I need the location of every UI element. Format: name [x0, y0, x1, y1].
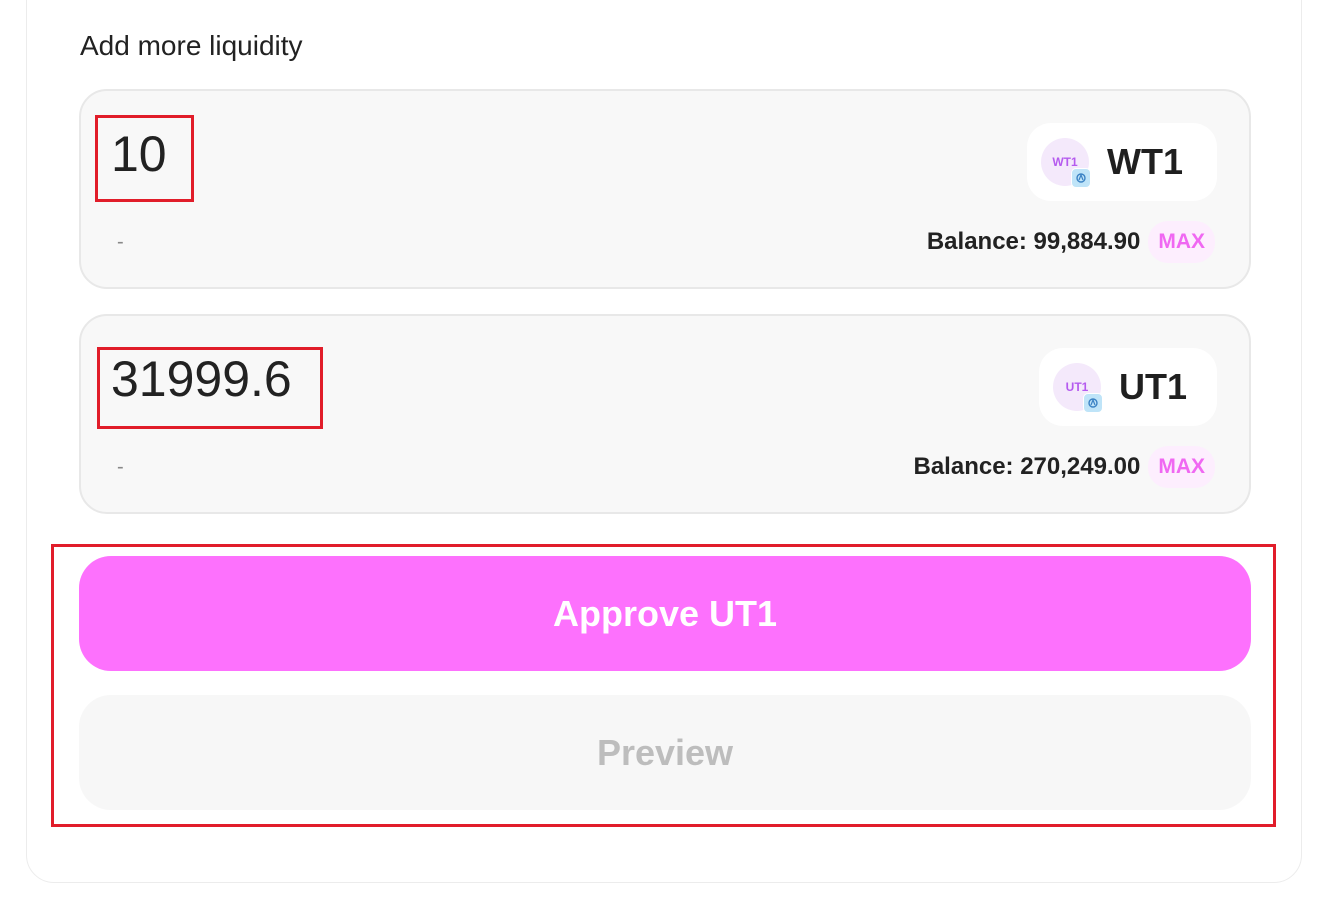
token-1-selector[interactable]: WT1 WT1 — [1027, 123, 1217, 201]
token-2-logo: UT1 — [1053, 363, 1103, 413]
section-title: Add more liquidity — [80, 30, 303, 61]
token-input-panel-1: WT1 WT1 - Balance: 99,884.90 MAX — [79, 89, 1251, 289]
token-1-max-button[interactable]: MAX — [1148, 221, 1215, 263]
token-1-logo: WT1 — [1041, 138, 1091, 188]
token-1-balance-row: Balance: 99,884.90 MAX — [927, 221, 1215, 263]
token-2-max-button[interactable]: MAX — [1148, 446, 1215, 488]
approve-token-button[interactable]: Approve UT1 — [79, 556, 1251, 671]
token-1-symbol: WT1 — [1107, 141, 1183, 182]
token-2-amount-input[interactable] — [111, 350, 611, 408]
token-2-usd-value: - — [117, 456, 124, 478]
token-1-logo-text: WT1 — [1052, 155, 1078, 169]
token-1-usd-value: - — [117, 231, 124, 253]
chain-badge-icon — [1083, 393, 1103, 413]
token-2-logo-text: UT1 — [1065, 380, 1089, 394]
token-1-balance: Balance: 99,884.90 — [926, 228, 1141, 255]
token-2-balance: Balance: 270,249.00 — [913, 453, 1141, 480]
chain-badge-icon — [1071, 168, 1091, 188]
token-input-panel-2: UT1 UT1 - Balance: 270,249.00 MAX — [79, 314, 1251, 514]
token-2-balance-row: Balance: 270,249.00 MAX — [913, 446, 1215, 488]
token-2-symbol: UT1 — [1119, 366, 1188, 407]
preview-button[interactable]: Preview — [79, 695, 1251, 810]
token-1-amount-input[interactable] — [111, 125, 611, 183]
token-2-selector[interactable]: UT1 UT1 — [1039, 348, 1217, 426]
